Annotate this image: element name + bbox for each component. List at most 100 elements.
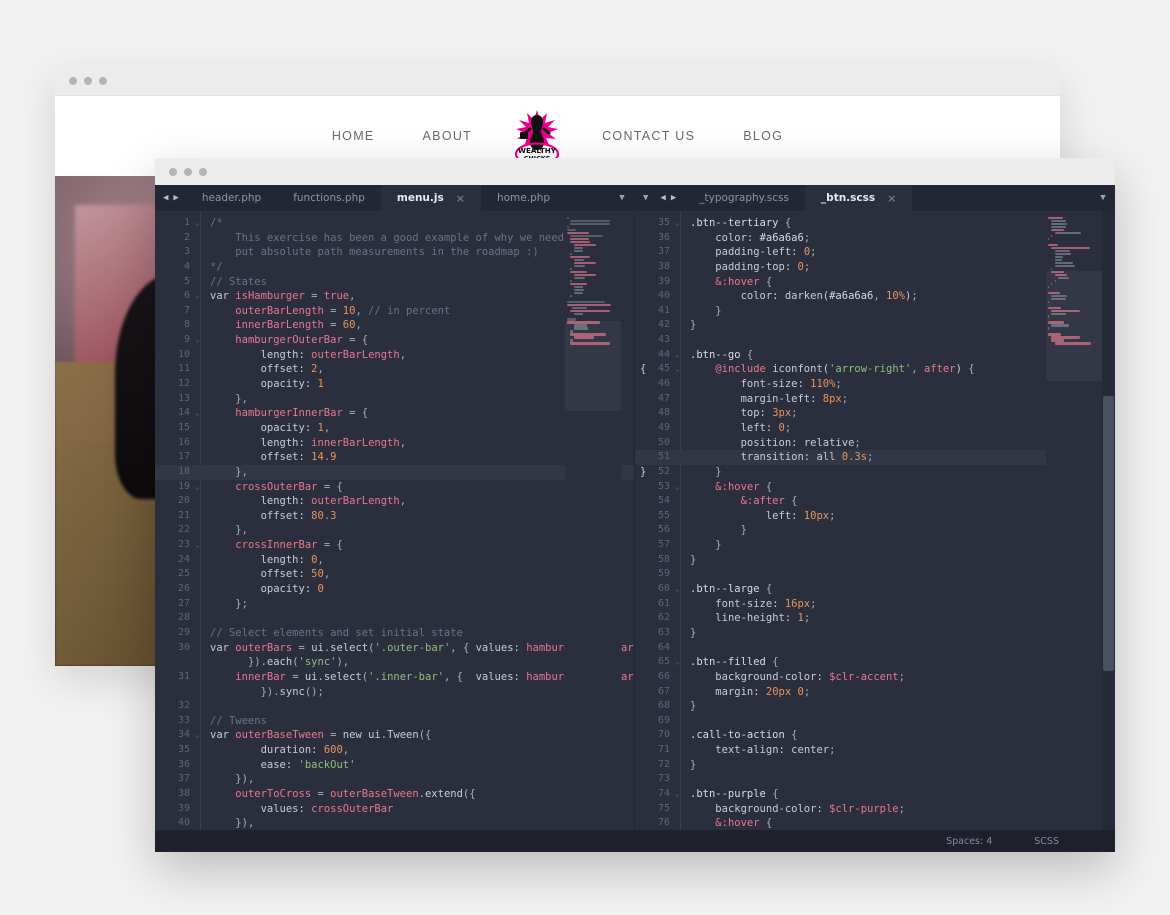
code-line[interactable]: 10 length: outerBarLength, (155, 348, 634, 363)
code-line[interactable]: 29// Select elements and set initial sta… (155, 626, 634, 641)
code-line[interactable]: 37 padding-left: 0; (635, 245, 1115, 260)
code-line[interactable]: 23⌄ crossInnerBar = { (155, 538, 634, 553)
code-line[interactable]: 3 put absolute path measurements in the … (155, 245, 634, 260)
code-line[interactable]: 1⌄/* (155, 216, 634, 231)
tab-next-arrow-icon[interactable]: ▶ (173, 194, 178, 203)
code-line[interactable]: 34⌄var outerBaseTween = new ui.Tween({ (155, 728, 634, 743)
code-line[interactable]: 41 } (635, 304, 1115, 319)
code-line[interactable]: 18 }, (155, 465, 634, 480)
code-line[interactable]: 9⌄ hamburgerOuterBar = { (155, 333, 634, 348)
code-line[interactable]: 60⌄.btn--large { (635, 582, 1115, 597)
code-line[interactable]: 13 }, (155, 392, 634, 407)
code-line[interactable]: 7 outerBarLength = 10, // in percent (155, 304, 634, 319)
editor-tab-functions-php[interactable]: functions.php (277, 185, 381, 211)
code-line[interactable]: 4*/ (155, 260, 634, 275)
code-line[interactable]: 2 This exercise has been a good example … (155, 231, 634, 246)
code-line[interactable]: 5// States (155, 275, 634, 290)
nav-link-about[interactable]: ABOUT (399, 129, 497, 143)
code-line[interactable]: 31 innerBar = ui.select('.inner-bar', { … (155, 670, 634, 685)
minimap-viewport[interactable] (1046, 271, 1102, 381)
code-line[interactable]: 58} (635, 553, 1115, 568)
minimap-viewport[interactable] (565, 321, 621, 411)
code-line[interactable]: 64 (635, 641, 1115, 656)
fold-arrow-icon[interactable]: ⌄ (673, 787, 682, 802)
code-line[interactable]: 61 font-size: 16px; (635, 597, 1115, 612)
window-maximize-dot[interactable] (99, 77, 107, 85)
fold-arrow-icon[interactable]: ⌄ (193, 538, 202, 553)
code-line[interactable]: }52 } (635, 465, 1115, 480)
code-line[interactable]: 39 &:hover { (635, 275, 1115, 290)
code-line[interactable]: 66 background-color: $clr-accent; (635, 670, 1115, 685)
fold-arrow-icon[interactable]: ⌄ (193, 289, 202, 304)
fold-arrow-icon[interactable]: ⌄ (193, 480, 202, 495)
code-line[interactable]: 40 }), (155, 816, 634, 831)
code-line[interactable]: 73 (635, 772, 1115, 787)
editor-maximize-dot[interactable] (199, 168, 207, 176)
code-line[interactable]: 33// Tweens (155, 714, 634, 729)
code-area-left[interactable]: 1⌄/*2 This exercise has been a good exam… (155, 211, 634, 852)
code-line[interactable]: 65⌄.btn--filled { (635, 655, 1115, 670)
code-line[interactable]: 36 color: #a6a6a6; (635, 231, 1115, 246)
code-line[interactable]: 76 &:hover { (635, 816, 1115, 831)
code-line[interactable]: 6⌄var isHamburger = true, (155, 289, 634, 304)
tab-prev-arrow-icon[interactable]: ◀ (163, 194, 168, 203)
code-line[interactable]: 25 offset: 50, (155, 567, 634, 582)
code-line[interactable]: 49 left: 0; (635, 421, 1115, 436)
tab-overflow-menu-left[interactable]: ▼ (610, 185, 634, 211)
code-line[interactable]: 15 opacity: 1, (155, 421, 634, 436)
code-line[interactable]: 26 opacity: 0 (155, 582, 634, 597)
code-line[interactable]: 71 text-align: center; (635, 743, 1115, 758)
fold-arrow-icon[interactable]: ⌄ (673, 362, 682, 377)
minimap-right[interactable] (1046, 211, 1102, 852)
code-line[interactable]: 59 (635, 567, 1115, 582)
code-line[interactable]: 38 outerToCross = outerBaseTween.extend(… (155, 787, 634, 802)
fold-arrow-icon[interactable]: ⌄ (673, 655, 682, 670)
code-line[interactable]: 56 } (635, 523, 1115, 538)
tab-close-icon[interactable]: × (887, 192, 896, 205)
editor-minimize-dot[interactable] (184, 168, 192, 176)
tab-scroll-arrows-right[interactable]: ◀ ▶ (654, 185, 683, 211)
editor-tab--btn-scss[interactable]: _btn.scss× (805, 185, 912, 211)
fold-arrow-icon[interactable]: ⌄ (193, 728, 202, 743)
code-line[interactable]: 12 opacity: 1 (155, 377, 634, 392)
code-line[interactable]: 48 top: 3px; (635, 406, 1115, 421)
code-line[interactable]: 19⌄ crossOuterBar = { (155, 480, 634, 495)
window-close-dot[interactable] (69, 77, 77, 85)
code-line[interactable]: 16 length: innerBarLength, (155, 436, 634, 451)
vertical-scrollbar-thumb[interactable] (1103, 396, 1114, 671)
status-language[interactable]: SCSS (1034, 836, 1059, 847)
code-line[interactable]: 54 &:after { (635, 494, 1115, 509)
code-line[interactable]: 51 transition: all 0.3s; (635, 450, 1115, 465)
code-line[interactable]: 70.call-to-action { (635, 728, 1115, 743)
code-line[interactable]: 28 (155, 611, 634, 626)
fold-arrow-icon[interactable]: ⌄ (193, 406, 202, 421)
fold-arrow-icon[interactable]: ⌄ (193, 216, 202, 231)
tab-dropdown-icon-right[interactable]: ▼ (635, 185, 654, 211)
editor-tab--typography-scss[interactable]: _typography.scss (683, 185, 805, 211)
code-line[interactable]: 40 color: darken(#a6a6a6, 10%); (635, 289, 1115, 304)
code-line[interactable]: 14⌄ hamburgerInnerBar = { (155, 406, 634, 421)
code-line[interactable]: 35⌄.btn--tertiary { (635, 216, 1115, 231)
code-content-left[interactable]: 1⌄/*2 This exercise has been a good exam… (155, 216, 634, 846)
status-spaces[interactable]: Spaces: 4 (946, 836, 992, 847)
code-line[interactable]: 32 (155, 699, 634, 714)
nav-link-contact-us[interactable]: CONTACT US (578, 129, 719, 143)
editor-tab-menu-js[interactable]: menu.js× (381, 185, 481, 211)
nav-link-blog[interactable]: BLOG (719, 129, 807, 143)
editor-close-dot[interactable] (169, 168, 177, 176)
code-line[interactable]: }).each('sync'), (155, 655, 634, 670)
code-line[interactable]: 30var outerBars = ui.select('.outer-bar'… (155, 641, 634, 656)
code-line[interactable]: 42} (635, 318, 1115, 333)
code-line[interactable]: 36 ease: 'backOut' (155, 758, 634, 773)
vertical-scrollbar-track[interactable] (1102, 211, 1115, 852)
code-line[interactable]: 24 length: 0, (155, 553, 634, 568)
fold-arrow-icon[interactable]: ⌄ (673, 216, 682, 231)
code-line[interactable]: 11 offset: 2, (155, 362, 634, 377)
code-line[interactable]: 75 background-color: $clr-purple; (635, 802, 1115, 817)
nav-link-home[interactable]: HOME (308, 129, 399, 143)
code-line[interactable]: 17 offset: 14.9 (155, 450, 634, 465)
code-line[interactable]: 53⌄ &:hover { (635, 480, 1115, 495)
code-area-right[interactable]: 35⌄.btn--tertiary {36 color: #a6a6a6;37 … (635, 211, 1115, 852)
code-line[interactable]: 62 line-height: 1; (635, 611, 1115, 626)
code-line[interactable]: 38 padding-top: 0; (635, 260, 1115, 275)
